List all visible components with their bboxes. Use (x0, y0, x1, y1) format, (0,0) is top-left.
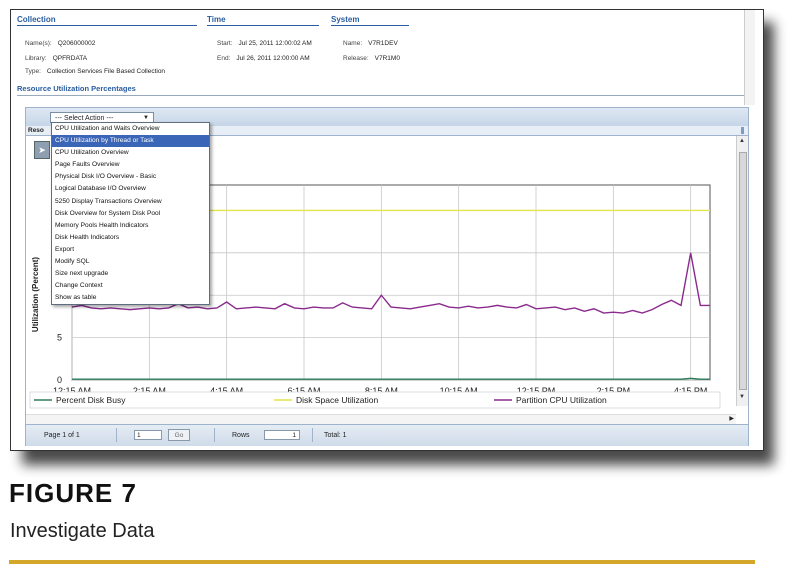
chart-portlet: --- Select Action --- ▼ Reso ➤ 12:15 AM 2… (25, 107, 749, 446)
figure-title: FIGURE 7 (9, 478, 137, 508)
menu-item[interactable]: CPU Utilization and Waits Overview (52, 123, 209, 135)
menu-item[interactable]: CPU Utilization Overview (52, 147, 209, 159)
y-tick-label: 5 (57, 333, 62, 343)
menu-item[interactable]: Memory Pools Health Indicators (52, 220, 209, 232)
page-input[interactable]: 1 (134, 430, 162, 440)
system-header: System (331, 15, 409, 26)
menu-item[interactable]: Physical Disk I/O Overview - Basic (52, 171, 209, 183)
figure-caption: Investigate Data (10, 520, 155, 542)
legend-label: Percent Disk Busy (56, 395, 126, 405)
pager-separator (116, 428, 117, 442)
time-end: End: Jul 26, 2011 12:00:00 AM (217, 55, 310, 62)
system-name: Name: V7R1DEV (343, 40, 398, 47)
pager-bar: Page 1 of 1 1 Go Rows 1 Total: 1 (26, 424, 748, 446)
collection-type: Type: Collection Services File Based Coll… (25, 68, 166, 75)
scroll-thumb[interactable] (739, 152, 747, 390)
select-action-label: --- Select Action --- (55, 115, 114, 122)
time-header: Time (207, 15, 319, 26)
time-start: Start: Jul 25, 2011 12:00:02 AM (217, 40, 312, 47)
pager-separator (312, 428, 313, 442)
go-button[interactable]: Go (168, 429, 190, 441)
total-count: Total: 1 (324, 432, 347, 439)
page-indicator: Page 1 of 1 (44, 432, 80, 439)
collection-library: Library: QPFRDATA (25, 55, 88, 62)
chart-horizontal-scrollbar[interactable]: ▶ (26, 414, 736, 424)
menu-item[interactable]: Show as table (52, 292, 209, 304)
rows-label: Rows (232, 432, 250, 439)
y-tick-label: 0 (57, 375, 62, 385)
menu-item[interactable]: Change Context (52, 280, 209, 292)
collection-header: Collection (17, 15, 197, 26)
screenshot-window: Collection Time System Name(s): Q20600000… (10, 9, 764, 451)
figure-rule (9, 560, 755, 564)
menu-item[interactable]: Modify SQL (52, 256, 209, 268)
system-release: Release: V7R1M0 (343, 55, 400, 62)
pager-separator (214, 428, 215, 442)
menu-item[interactable]: Page Faults Overview (52, 159, 209, 171)
menu-item[interactable]: CPU Utilization by Thread or Task (52, 135, 209, 148)
legend-label: Disk Space Utilization (296, 395, 378, 405)
menu-item[interactable]: Disk Overview for System Disk Pool (52, 208, 209, 220)
scroll-down-icon[interactable]: ▼ (739, 394, 745, 400)
legend-label: Partition CPU Utilization (516, 395, 607, 405)
menu-item[interactable]: Size next upgrade (52, 268, 209, 280)
tab-resource[interactable]: Reso (28, 126, 44, 135)
menu-item[interactable]: Export (52, 244, 209, 256)
scroll-up-icon[interactable]: ▲ (739, 138, 745, 144)
select-action-menu: CPU Utilization and Waits Overview CPU Ut… (51, 122, 210, 306)
menu-item[interactable]: Logical Database I/O Overview (52, 183, 209, 195)
y-axis-label: Utilization (Percent) (31, 257, 40, 332)
collection-names: Name(s): Q206000002 (25, 40, 96, 47)
chart-vertical-scrollbar[interactable]: ▲ ▼ (736, 136, 748, 406)
menu-item[interactable]: Disk Health Indicators (52, 232, 209, 244)
rows-input[interactable]: 1 (264, 430, 300, 440)
menu-item[interactable]: 5250 Display Transactions Overview (52, 196, 209, 208)
tab-row-endcap (741, 127, 744, 134)
section-divider (17, 95, 747, 96)
section-title: Resource Utilization Percentages (17, 84, 136, 93)
page-scrollbar[interactable] (744, 10, 755, 105)
scroll-right-icon[interactable]: ▶ (729, 415, 734, 422)
